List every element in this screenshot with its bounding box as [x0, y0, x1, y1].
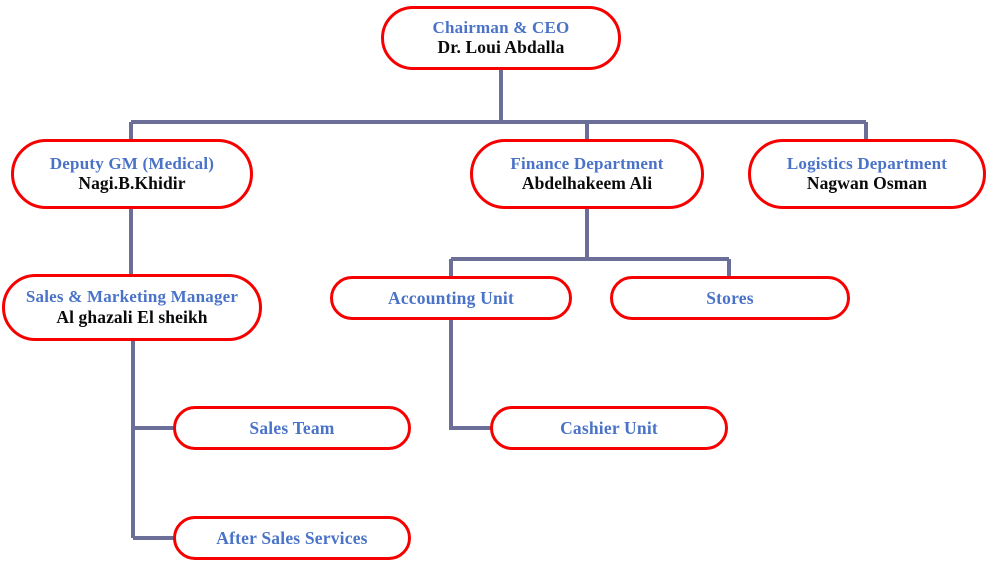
node-cashier-unit-title: Cashier Unit — [560, 417, 658, 438]
node-deputy-gm[interactable]: Deputy GM (Medical) Nagi.B.Khidir — [11, 139, 253, 209]
node-finance-department-person: Abdelhakeem Ali — [521, 173, 653, 194]
node-chairman-ceo-person: Dr. Loui Abdalla — [437, 37, 565, 58]
node-after-sales-services[interactable]: After Sales Services — [173, 516, 411, 560]
node-stores-title: Stores — [706, 287, 754, 308]
node-logistics-department-title: Logistics Department — [786, 153, 948, 173]
node-accounting-unit-title: Accounting Unit — [388, 287, 514, 308]
node-sales-marketing-manager-title: Sales & Marketing Manager — [25, 287, 239, 307]
node-after-sales-services-title: After Sales Services — [216, 527, 368, 548]
node-deputy-gm-title: Deputy GM (Medical) — [49, 153, 215, 173]
node-logistics-department[interactable]: Logistics Department Nagwan Osman — [748, 139, 986, 209]
node-cashier-unit[interactable]: Cashier Unit — [490, 406, 728, 450]
node-stores[interactable]: Stores — [610, 276, 850, 320]
connector-accounting-to-cashier — [449, 320, 492, 430]
node-sales-team-title: Sales Team — [249, 417, 335, 438]
node-sales-team[interactable]: Sales Team — [173, 406, 411, 450]
node-finance-department[interactable]: Finance Department Abdelhakeem Ali — [470, 139, 704, 209]
node-deputy-gm-person: Nagi.B.Khidir — [78, 173, 186, 194]
node-logistics-department-person: Nagwan Osman — [806, 173, 928, 194]
node-sales-marketing-manager-person: Al ghazali El sheikh — [56, 306, 208, 327]
node-sales-marketing-manager[interactable]: Sales & Marketing Manager Al ghazali El … — [2, 274, 262, 341]
node-chairman-ceo[interactable]: Chairman & CEO Dr. Loui Abdalla — [381, 6, 621, 70]
node-chairman-ceo-title: Chairman & CEO — [432, 17, 570, 37]
org-chart-canvas: Chairman & CEO Dr. Loui Abdalla Deputy G… — [0, 0, 990, 576]
node-accounting-unit[interactable]: Accounting Unit — [330, 276, 572, 320]
node-finance-department-title: Finance Department — [510, 153, 664, 173]
